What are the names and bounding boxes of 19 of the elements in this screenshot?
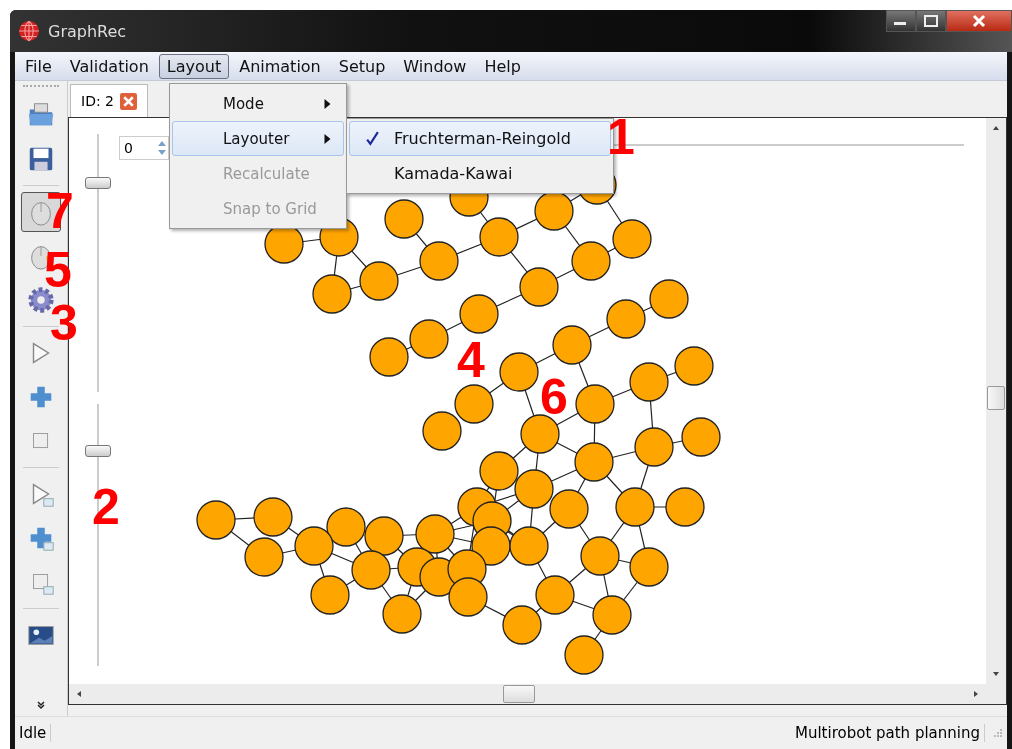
menu-item[interactable]: File: [17, 53, 60, 79]
annotation-number: 2: [92, 482, 120, 532]
menu-item[interactable]: Layout: [158, 53, 230, 79]
number-spinbox[interactable]: 0: [119, 136, 169, 160]
tab-label: ID: 2: [81, 93, 114, 109]
document-tab[interactable]: ID: 2: [70, 84, 148, 117]
menu-item[interactable]: Validation: [61, 53, 157, 79]
menu-item[interactable]: Setup: [330, 53, 394, 79]
status-text: Multirobot path planning: [795, 724, 985, 742]
menu-option[interactable]: Mode: [172, 86, 344, 121]
annotation-number: 4: [457, 335, 485, 385]
menu-option[interactable]: Fruchterman-Reingold: [349, 121, 611, 156]
menu-item[interactable]: Window: [395, 53, 475, 79]
menu-option[interactable]: Layouter: [172, 121, 344, 156]
menu-item[interactable]: Animation: [231, 53, 329, 79]
status-text: Idle: [19, 724, 52, 742]
annotation-number: 6: [540, 372, 568, 422]
menu-item[interactable]: Help: [476, 53, 529, 79]
window-title: GraphRec: [48, 21, 127, 41]
